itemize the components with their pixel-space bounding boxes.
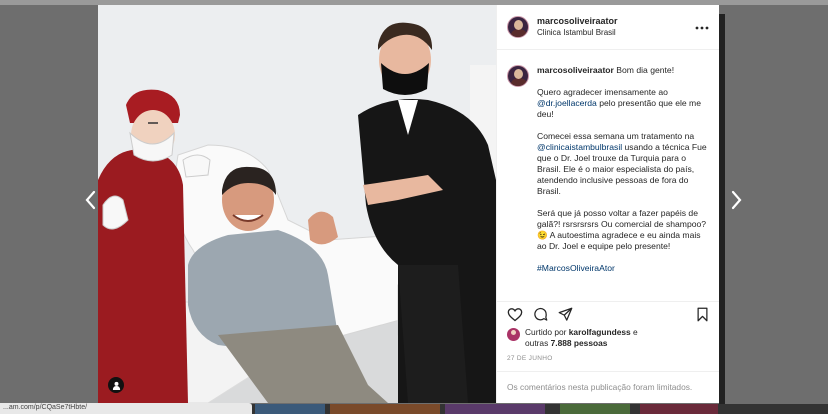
avatar[interactable] <box>507 65 529 87</box>
bookmark-icon <box>697 307 708 322</box>
likes-prefix: Curtido por <box>525 327 569 337</box>
caption-greeting: Bom dia gente! <box>616 65 675 75</box>
more-dots-icon <box>695 26 709 30</box>
location-link[interactable]: Clinica Istambul Brasil <box>537 27 695 38</box>
chevron-right-icon <box>731 190 742 210</box>
mention-link[interactable]: @dr.joellacerda <box>537 98 597 108</box>
action-bar <box>497 301 719 327</box>
background-feed-column <box>719 14 725 404</box>
post-details-panel: marcosoliveiraator Clinica Istambul Bras… <box>496 5 719 403</box>
heart-icon <box>507 308 523 322</box>
comment-icon <box>534 307 548 321</box>
status-bar-url: ...am.com/p/CQaSe7tHbte/ <box>0 403 252 414</box>
hashtag-link[interactable]: #MarcosOliveiraAtor <box>537 263 709 274</box>
background-tile <box>255 404 325 414</box>
likes-others-prefix: outras <box>525 338 551 348</box>
post-header: marcosoliveiraator Clinica Istambul Bras… <box>497 5 719 50</box>
share-icon <box>558 307 573 321</box>
next-post-button[interactable] <box>731 190 743 210</box>
post-date[interactable]: 27 DE JUNHO <box>507 355 553 362</box>
caption-text-segment: Comecei essa semana um tratamento na <box>537 131 695 141</box>
comments-limited-notice: Os comentários nesta publicação foram li… <box>497 371 719 403</box>
background-tile <box>560 404 630 414</box>
post-modal: marcosoliveiraator Clinica Istambul Bras… <box>98 5 719 403</box>
caption-text-segment: Quero agradecer imensamente ao <box>537 87 668 97</box>
chevron-left-icon <box>85 190 96 210</box>
background-tile <box>330 404 440 414</box>
likes-conjunction: e <box>630 327 638 337</box>
save-button[interactable] <box>696 307 709 322</box>
liker-avatar[interactable] <box>507 328 520 341</box>
liker-username[interactable]: karolfagundess <box>569 327 631 337</box>
background-tile <box>640 404 718 414</box>
more-options-button[interactable] <box>695 21 709 33</box>
post-image <box>98 5 496 403</box>
previous-post-button[interactable] <box>84 190 96 210</box>
mention-link[interactable]: @clinicaistambulbrasil <box>537 142 622 152</box>
post-photo[interactable] <box>98 5 496 403</box>
likes-summary: Curtido por karolfagundess e outras 7.88… <box>507 327 638 349</box>
username-link[interactable]: marcosoliveiraator <box>537 16 695 27</box>
comment-button[interactable] <box>533 307 548 322</box>
share-button[interactable] <box>558 307 573 322</box>
caption-username[interactable]: marcosoliveiraator <box>537 65 614 75</box>
like-button[interactable] <box>507 307 523 322</box>
caption-text: marcosoliveiraator Bom dia gente! Quero … <box>537 65 709 299</box>
caption-paragraph: Será que já posso voltar a fazer papéis … <box>537 208 707 251</box>
likes-count[interactable]: 7.888 pessoas <box>551 338 608 348</box>
avatar[interactable] <box>507 16 529 38</box>
user-tag-icon <box>112 381 120 390</box>
user-tag-button[interactable] <box>108 377 124 393</box>
background-tile <box>445 404 545 414</box>
caption-area: marcosoliveiraator Bom dia gente! Quero … <box>497 51 719 299</box>
